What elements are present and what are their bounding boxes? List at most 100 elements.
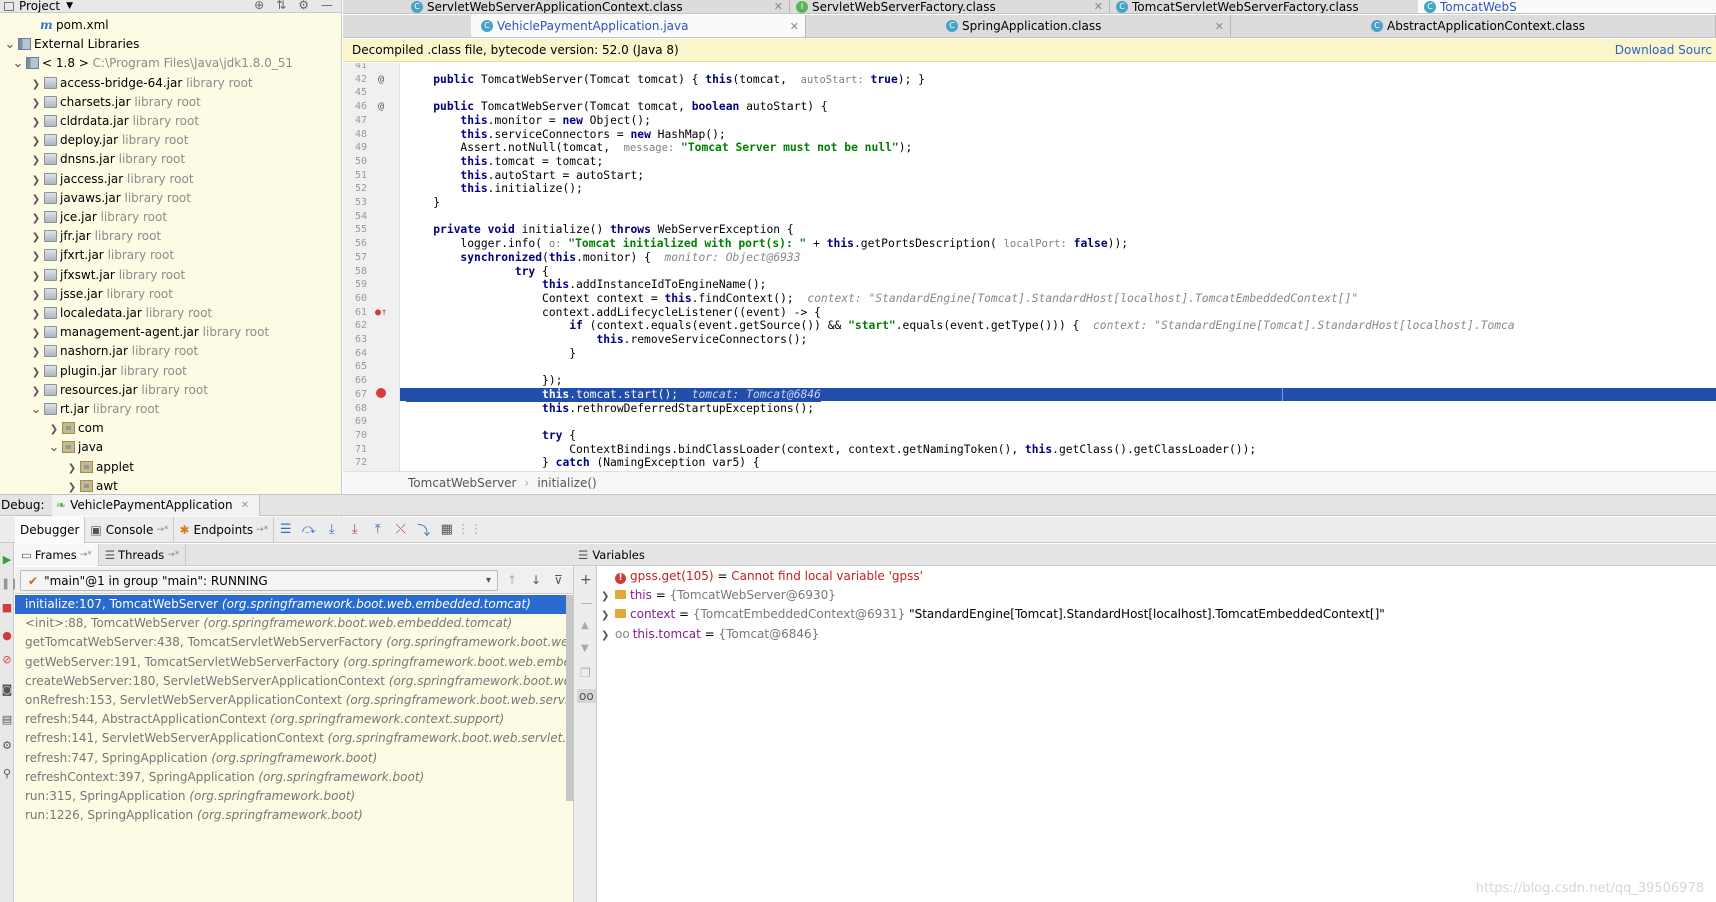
chevron-right-icon[interactable]: ❯ [30,94,42,113]
step-over-icon[interactable]: ⤼ [297,520,320,540]
chevron-right-icon[interactable]: ❯ [30,247,42,266]
close-tab-icon[interactable]: ✕ [1094,0,1103,13]
stack-frame[interactable]: run:315, SpringApplication (org.springfr… [15,787,573,806]
tree-item[interactable]: ❯ nashorn.jar library root [30,342,198,361]
pause-icon[interactable]: ❚❚ [1,577,19,591]
code-line[interactable]: 64 } [343,347,1716,361]
chevron-down-icon[interactable]: ⌄ [30,400,42,419]
chevron-right-icon[interactable]: ❯ [30,151,42,170]
chevron-right-icon[interactable]: ❯ [30,363,42,382]
stack-frame[interactable]: initialize:107, TomcatWebServer (org.spr… [15,595,573,615]
arrow-down-icon[interactable]: ↓ [531,573,541,587]
tree-item[interactable]: ❯ resources.jar library root [30,381,208,400]
tree-item[interactable]: ⌄ < 1.8 > C:\Program Files\Java\jdk1.8.0_… [12,54,294,73]
code-line[interactable]: 66 }); [343,374,1716,388]
trace-icon[interactable]: ⋮⋮ [457,520,483,540]
code-line[interactable]: 72 } catch (NamingException var5) { [343,456,1716,470]
editor-tab[interactable]: C TomcatWebS [1418,0,1716,13]
chevron-right-icon[interactable]: ❯ [30,228,42,247]
chevron-right-icon[interactable]: ❯ [30,286,42,305]
chevron-right-icon[interactable]: ❯ [30,132,42,151]
drop-frame-icon[interactable]: ⤬ [389,520,412,540]
show-execution-point-icon[interactable]: ☰ [274,520,297,540]
breadcrumb-method[interactable]: initialize() [537,476,596,490]
code-line[interactable]: 54 [343,210,1716,224]
tab-console[interactable]: ▣ Console →* [85,516,175,543]
code-line[interactable]: 56 logger.info( o: "Tomcat initialized w… [343,237,1716,251]
tab-endpoints[interactable]: ✱ Endpoints →* [174,516,275,543]
project-dropdown-icon[interactable]: ▼ [66,1,73,11]
remove-watch-icon[interactable]: — [581,596,593,610]
tab-debugger[interactable]: Debugger [15,516,86,543]
editor-tab[interactable]: CTomcatServletWebServerFactory.class✕ [1110,0,1440,13]
code-line[interactable]: 53 } [343,196,1716,210]
tree-item[interactable]: ❯ access-bridge-64.jar library root [30,74,253,93]
code-line[interactable]: 71 ContextBindings.bindClassLoader(conte… [343,443,1716,457]
watches-icon[interactable]: oo [577,689,596,703]
chevron-down-icon[interactable]: ⌄ [48,438,60,457]
stack-frame[interactable]: getWebServer:191, TomcatServletWebServer… [15,653,573,672]
tree-item[interactable]: ❯ jfxswt.jar library root [30,266,185,285]
code-line[interactable]: 60 Context context = this.findContext();… [343,292,1716,306]
code-line[interactable]: 57 synchronized(this.monitor) { monitor:… [343,251,1716,265]
tree-item[interactable]: ❯ jsse.jar library root [30,285,173,304]
move-up-icon[interactable]: ▲ [581,620,589,631]
step-out-icon[interactable]: ⤒ [366,520,389,540]
stack-frame[interactable]: createWebServer:180, ServletWebServerApp… [15,672,573,691]
chevron-right-icon[interactable]: ❯ [601,606,615,625]
tree-item[interactable]: ⌄ java [48,438,104,457]
chevron-right-icon[interactable]: ❯ [30,75,42,94]
code-line[interactable]: 51 this.autoStart = autoStart; [343,169,1716,183]
chevron-right-icon[interactable]: ❯ [601,587,615,606]
annotation-marker-icon[interactable]: @ [375,73,387,87]
evaluate-expression-icon[interactable]: ▦ [435,520,458,540]
code-line[interactable]: 70 try { [343,429,1716,443]
chevron-right-icon[interactable]: ❯ [30,209,42,228]
code-line[interactable]: 41 [343,63,1716,73]
editor-tab[interactable]: C VehiclePaymentApplication.java ✕ [471,15,806,37]
stack-frame[interactable]: refresh:747, SpringApplication (org.spri… [15,749,573,768]
debug-session-tab[interactable]: ❧ VehiclePaymentApplication ✕ [52,494,260,516]
code-line[interactable]: 65 [343,360,1716,374]
tree-item[interactable]: ❯ jfr.jar library root [30,227,161,246]
close-tab-icon[interactable]: ✕ [1215,20,1224,33]
tree-item[interactable]: ❯ charsets.jar library root [30,93,201,112]
view-breakpoints-icon[interactable]: ● [1,629,13,643]
stack-frame[interactable]: refreshContext:397, SpringApplication (o… [15,768,573,787]
stack-frame[interactable]: run:1226, SpringApplication (org.springf… [15,806,573,825]
close-tab-icon[interactable]: ✕ [774,0,783,13]
tree-item[interactable]: ❯ jfxrt.jar library root [30,246,174,265]
settings-icon[interactable]: ⚙ [1,739,13,753]
breadcrumb-class[interactable]: TomcatWebServer [408,476,517,490]
code-line[interactable]: 52 this.initialize(); [343,182,1716,196]
editor-tab[interactable]: I ServletWebServerFactory.class ✕ [790,0,1110,13]
code-line[interactable]: 59 this.addInstanceIdToEngineName(); [343,278,1716,292]
close-tab-icon[interactable]: ✕ [790,20,799,33]
resume-icon[interactable]: ▶ [1,553,13,567]
chevron-right-icon[interactable]: ❯ [30,171,42,190]
annotation-marker-icon[interactable]: @ [375,100,387,114]
code-line[interactable]: 42 @ public TomcatWebServer(Tomcat tomcat… [343,73,1716,87]
code-line[interactable]: 47 this.monitor = new Object(); [343,114,1716,128]
thread-select[interactable]: ✔ "main"@1 in group "main": RUNNING ▾ [20,570,498,591]
pin-icon[interactable]: ⚲ [1,767,13,781]
stack-frame[interactable]: refresh:141, ServletWebServerApplication… [15,729,573,748]
code-line[interactable]: 49 Assert.notNull(tomcat, message: "Tomc… [343,141,1716,155]
variable-row[interactable]: ❯ oo this.tomcat = {Tomcat@6846} [597,625,1716,644]
tree-item[interactable]: ⌄ External Libraries [4,35,140,54]
chevron-down-icon[interactable]: ⌄ [12,54,24,73]
mute-breakpoints-icon[interactable]: ⊘ [1,653,13,667]
camera-icon[interactable]: ◙ [1,683,13,697]
tree-item[interactable]: m pom.xml [28,16,109,35]
tree-item[interactable]: ❯ jaccess.jar library root [30,170,194,189]
tab-frames[interactable]: ▭ Frames →* [15,544,99,566]
tree-item[interactable]: ⌄ rt.jar library root [30,400,160,419]
collapse-all-icon[interactable]: ⇅ [276,0,286,12]
chevron-right-icon[interactable]: ❯ [30,190,42,209]
code-line[interactable]: 50 this.tomcat = tomcat; [343,155,1716,169]
chevron-right-icon[interactable]: ❯ [30,267,42,286]
code-editor[interactable]: 41 42 @ public TomcatWebServer(Tomcat tomc… [343,63,1716,471]
tree-item[interactable]: ❯ javaws.jar library root [30,189,191,208]
tree-item[interactable]: ❯ plugin.jar library root [30,362,187,381]
editor-tab[interactable]: C ServletWebServerApplicationContext.clas… [405,0,790,13]
